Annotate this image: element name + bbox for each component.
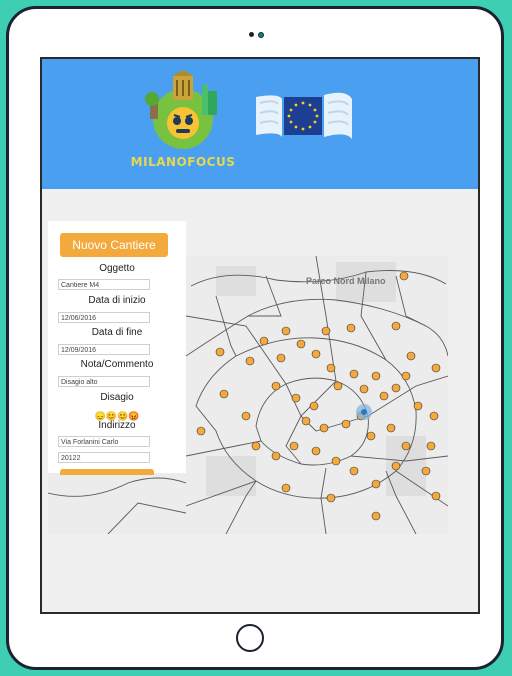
new-site-button[interactable]: Nuovo Cantiere: [60, 233, 168, 257]
header-banner: MILANOFOCUS: [42, 59, 478, 189]
note-field[interactable]: Disagio alto: [58, 376, 150, 387]
disagio-label: Disagio: [100, 392, 134, 403]
indirizzo-label: Indirizzo: [98, 420, 136, 431]
home-button[interactable]: [236, 624, 264, 652]
start-date-field[interactable]: 12/06/2016: [58, 312, 150, 323]
map-strip[interactable]: [48, 473, 186, 534]
note-label: Nota/Commento: [80, 359, 154, 370]
end-date-label: Data di fine: [91, 327, 143, 338]
park-label: Parco Nord Milano: [306, 276, 386, 286]
camera-lens: [258, 32, 264, 38]
oggetto-field[interactable]: Cantiere M4: [58, 279, 150, 290]
address-field[interactable]: Via Forlanini Carlo: [58, 436, 150, 447]
end-date-field[interactable]: 12/09/2016: [58, 344, 150, 355]
milanofocus-logo: MILANOFOCUS: [130, 69, 236, 179]
start-date-label: Data di inizio: [88, 295, 146, 306]
form-panel: Nuovo Cantiere Oggetto Cantiere M4 Data …: [48, 221, 186, 475]
sensor-dot: [249, 32, 254, 37]
camera: [249, 32, 265, 38]
eu-commission-logo: [256, 89, 376, 145]
app-screen: MILANOFOCUS Parco Nord Milano Nuovo Cant…: [40, 57, 480, 614]
zip-field[interactable]: 20122: [58, 452, 150, 463]
logo-text: MILANOFOCUS: [130, 155, 236, 169]
submit-button[interactable]: [60, 469, 154, 475]
oggetto-label: Oggetto: [99, 263, 135, 274]
map-view[interactable]: Parco Nord Milano: [186, 256, 448, 534]
